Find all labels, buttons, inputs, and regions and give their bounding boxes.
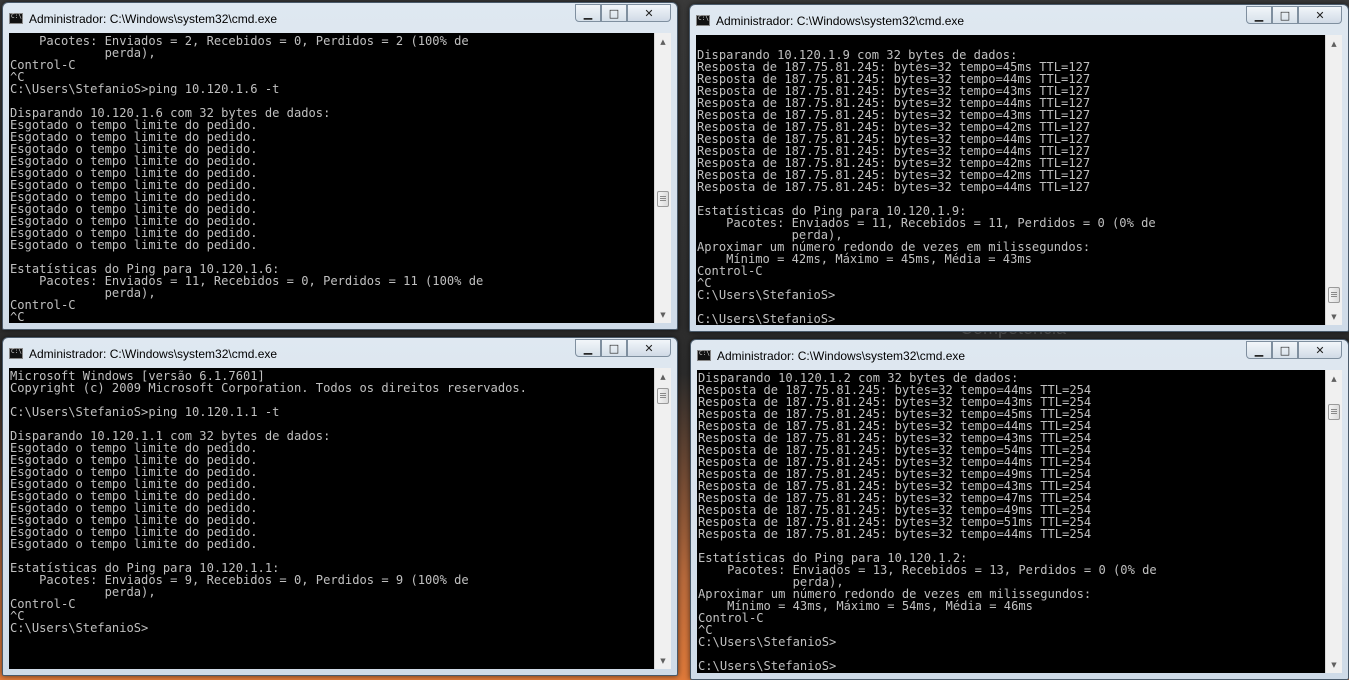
terminal-line: Esgotado o tempo limite do pedido. xyxy=(10,537,258,551)
window-controls: ▁ □ ✕ xyxy=(575,339,671,357)
window-controls: ▁ □ ✕ xyxy=(1246,341,1342,359)
scroll-down-arrow-icon[interactable]: ▼ xyxy=(1326,308,1342,325)
terminal-line: ^C xyxy=(10,310,25,323)
terminal-line: Control-C xyxy=(10,58,76,72)
close-button[interactable]: ✕ xyxy=(1298,341,1342,359)
terminal-line: Control-C xyxy=(10,298,76,312)
window-title: Administrador: C:\Windows\system32\cmd.e… xyxy=(716,14,965,28)
terminal-line: C:\Users\StefanioS> xyxy=(698,635,837,649)
scroll-up-arrow-icon[interactable]: ▲ xyxy=(1326,35,1342,52)
cmd-icon xyxy=(696,15,710,26)
maximize-button[interactable]: □ xyxy=(601,4,627,22)
terminal-output[interactable]: Disparando 10.120.1.9 com 32 bytes de da… xyxy=(696,35,1325,325)
cmd-icon xyxy=(9,13,23,24)
window-title: Administrador: C:\Windows\system32\cmd.e… xyxy=(29,347,278,361)
vertical-scrollbar[interactable]: ▲ ▼ xyxy=(654,33,671,323)
vertical-scrollbar[interactable]: ▲ ▼ xyxy=(654,368,671,669)
terminal-line: perda), xyxy=(10,585,156,599)
console-area[interactable]: Pacotes: Enviados = 2, Recebidos = 0, Pe… xyxy=(9,33,671,323)
maximize-button[interactable]: □ xyxy=(1272,341,1298,359)
console-area[interactable]: Disparando 10.120.1.9 com 32 bytes de da… xyxy=(696,35,1342,325)
terminal-line: Resposta de 187.75.81.245: bytes=32 temp… xyxy=(697,180,1091,194)
window-controls: ▁ □ ✕ xyxy=(1246,6,1342,24)
terminal-line: C:\Users\StefanioS>ping 10.120.1.1 -t xyxy=(10,405,280,419)
terminal-line: Esgotado o tempo limite do pedido. xyxy=(10,238,258,252)
scroll-down-arrow-icon[interactable]: ▼ xyxy=(655,306,671,323)
scroll-down-arrow-icon[interactable]: ▼ xyxy=(1326,656,1342,673)
close-button[interactable]: ✕ xyxy=(1298,6,1342,24)
scroll-thumb[interactable] xyxy=(657,191,669,207)
title-bar[interactable]: Administrador: C:\Windows\system32\cmd.e… xyxy=(3,338,677,368)
title-bar[interactable]: Administrador: C:\Windows\system32\cmd.e… xyxy=(690,5,1348,35)
scroll-up-arrow-icon[interactable]: ▲ xyxy=(655,33,671,50)
close-button[interactable]: ✕ xyxy=(627,339,671,357)
terminal-line: Control-C xyxy=(10,597,76,611)
window-controls: ▁ □ ✕ xyxy=(575,4,671,22)
terminal-line: Mínimo = 42ms, Máximo = 45ms, Média = 43… xyxy=(697,252,1032,266)
console-area[interactable]: Microsoft Windows [versão 6.1.7601] Copyr… xyxy=(9,368,671,669)
title-bar[interactable]: Administrador: C:\Windows\system32\cmd.e… xyxy=(3,3,677,33)
terminal-output[interactable]: Pacotes: Enviados = 2, Recebidos = 0, Pe… xyxy=(9,33,654,323)
scroll-up-arrow-icon[interactable]: ▲ xyxy=(1326,370,1342,387)
minimize-button[interactable]: ▁ xyxy=(1246,6,1272,24)
terminal-line: Control-C xyxy=(698,611,764,625)
scroll-up-arrow-icon[interactable]: ▲ xyxy=(655,368,671,385)
minimize-button[interactable]: ▁ xyxy=(1246,341,1272,359)
scroll-thumb[interactable] xyxy=(657,388,669,404)
terminal-line: Control-C xyxy=(697,264,763,278)
terminal-line: Mínimo = 43ms, Máximo = 54ms, Média = 46… xyxy=(698,599,1033,613)
close-button[interactable]: ✕ xyxy=(627,4,671,22)
scroll-down-arrow-icon[interactable]: ▼ xyxy=(655,652,671,669)
vertical-scrollbar[interactable]: ▲ ▼ xyxy=(1325,370,1342,673)
cmd-window-4[interactable]: Administrador: C:\Windows\system32\cmd.e… xyxy=(690,339,1349,680)
window-title: Administrador: C:\Windows\system32\cmd.e… xyxy=(717,349,966,363)
window-title: Administrador: C:\Windows\system32\cmd.e… xyxy=(29,12,278,26)
title-bar[interactable]: Administrador: C:\Windows\system32\cmd.e… xyxy=(691,340,1348,370)
terminal-line: Copyright (c) 2009 Microsoft Corporation… xyxy=(10,381,527,395)
terminal-output[interactable]: Microsoft Windows [versão 6.1.7601] Copyr… xyxy=(9,368,654,669)
terminal-line: C:\Users\StefanioS> xyxy=(10,621,149,635)
minimize-button[interactable]: ▁ xyxy=(575,4,601,22)
terminal-line: C:\Users\StefanioS> xyxy=(697,312,836,325)
maximize-button[interactable]: □ xyxy=(1272,6,1298,24)
terminal-line: Resposta de 187.75.81.245: bytes=32 temp… xyxy=(698,527,1092,541)
scroll-thumb[interactable] xyxy=(1328,287,1340,303)
minimize-button[interactable]: ▁ xyxy=(575,339,601,357)
scroll-thumb[interactable] xyxy=(1328,404,1340,420)
cmd-icon xyxy=(9,348,23,359)
terminal-line: C:\Users\StefanioS> xyxy=(698,659,837,673)
terminal-output[interactable]: Disparando 10.120.1.2 com 32 bytes de da… xyxy=(697,370,1325,673)
terminal-line: C:\Users\StefanioS>ping 10.120.1.6 -t xyxy=(10,82,280,96)
cmd-window-1[interactable]: Administrador: C:\Windows\system32\cmd.e… xyxy=(2,2,678,330)
maximize-button[interactable]: □ xyxy=(601,339,627,357)
cmd-window-3[interactable]: Administrador: C:\Windows\system32\cmd.e… xyxy=(2,337,678,676)
terminal-line: perda), xyxy=(10,46,156,60)
terminal-line: perda), xyxy=(10,286,156,300)
console-area[interactable]: Disparando 10.120.1.2 com 32 bytes de da… xyxy=(697,370,1342,673)
vertical-scrollbar[interactable]: ▲ ▼ xyxy=(1325,35,1342,325)
terminal-line: C:\Users\StefanioS> xyxy=(697,288,836,302)
cmd-window-2[interactable]: Administrador: C:\Windows\system32\cmd.e… xyxy=(689,4,1349,332)
cmd-icon xyxy=(697,350,711,361)
